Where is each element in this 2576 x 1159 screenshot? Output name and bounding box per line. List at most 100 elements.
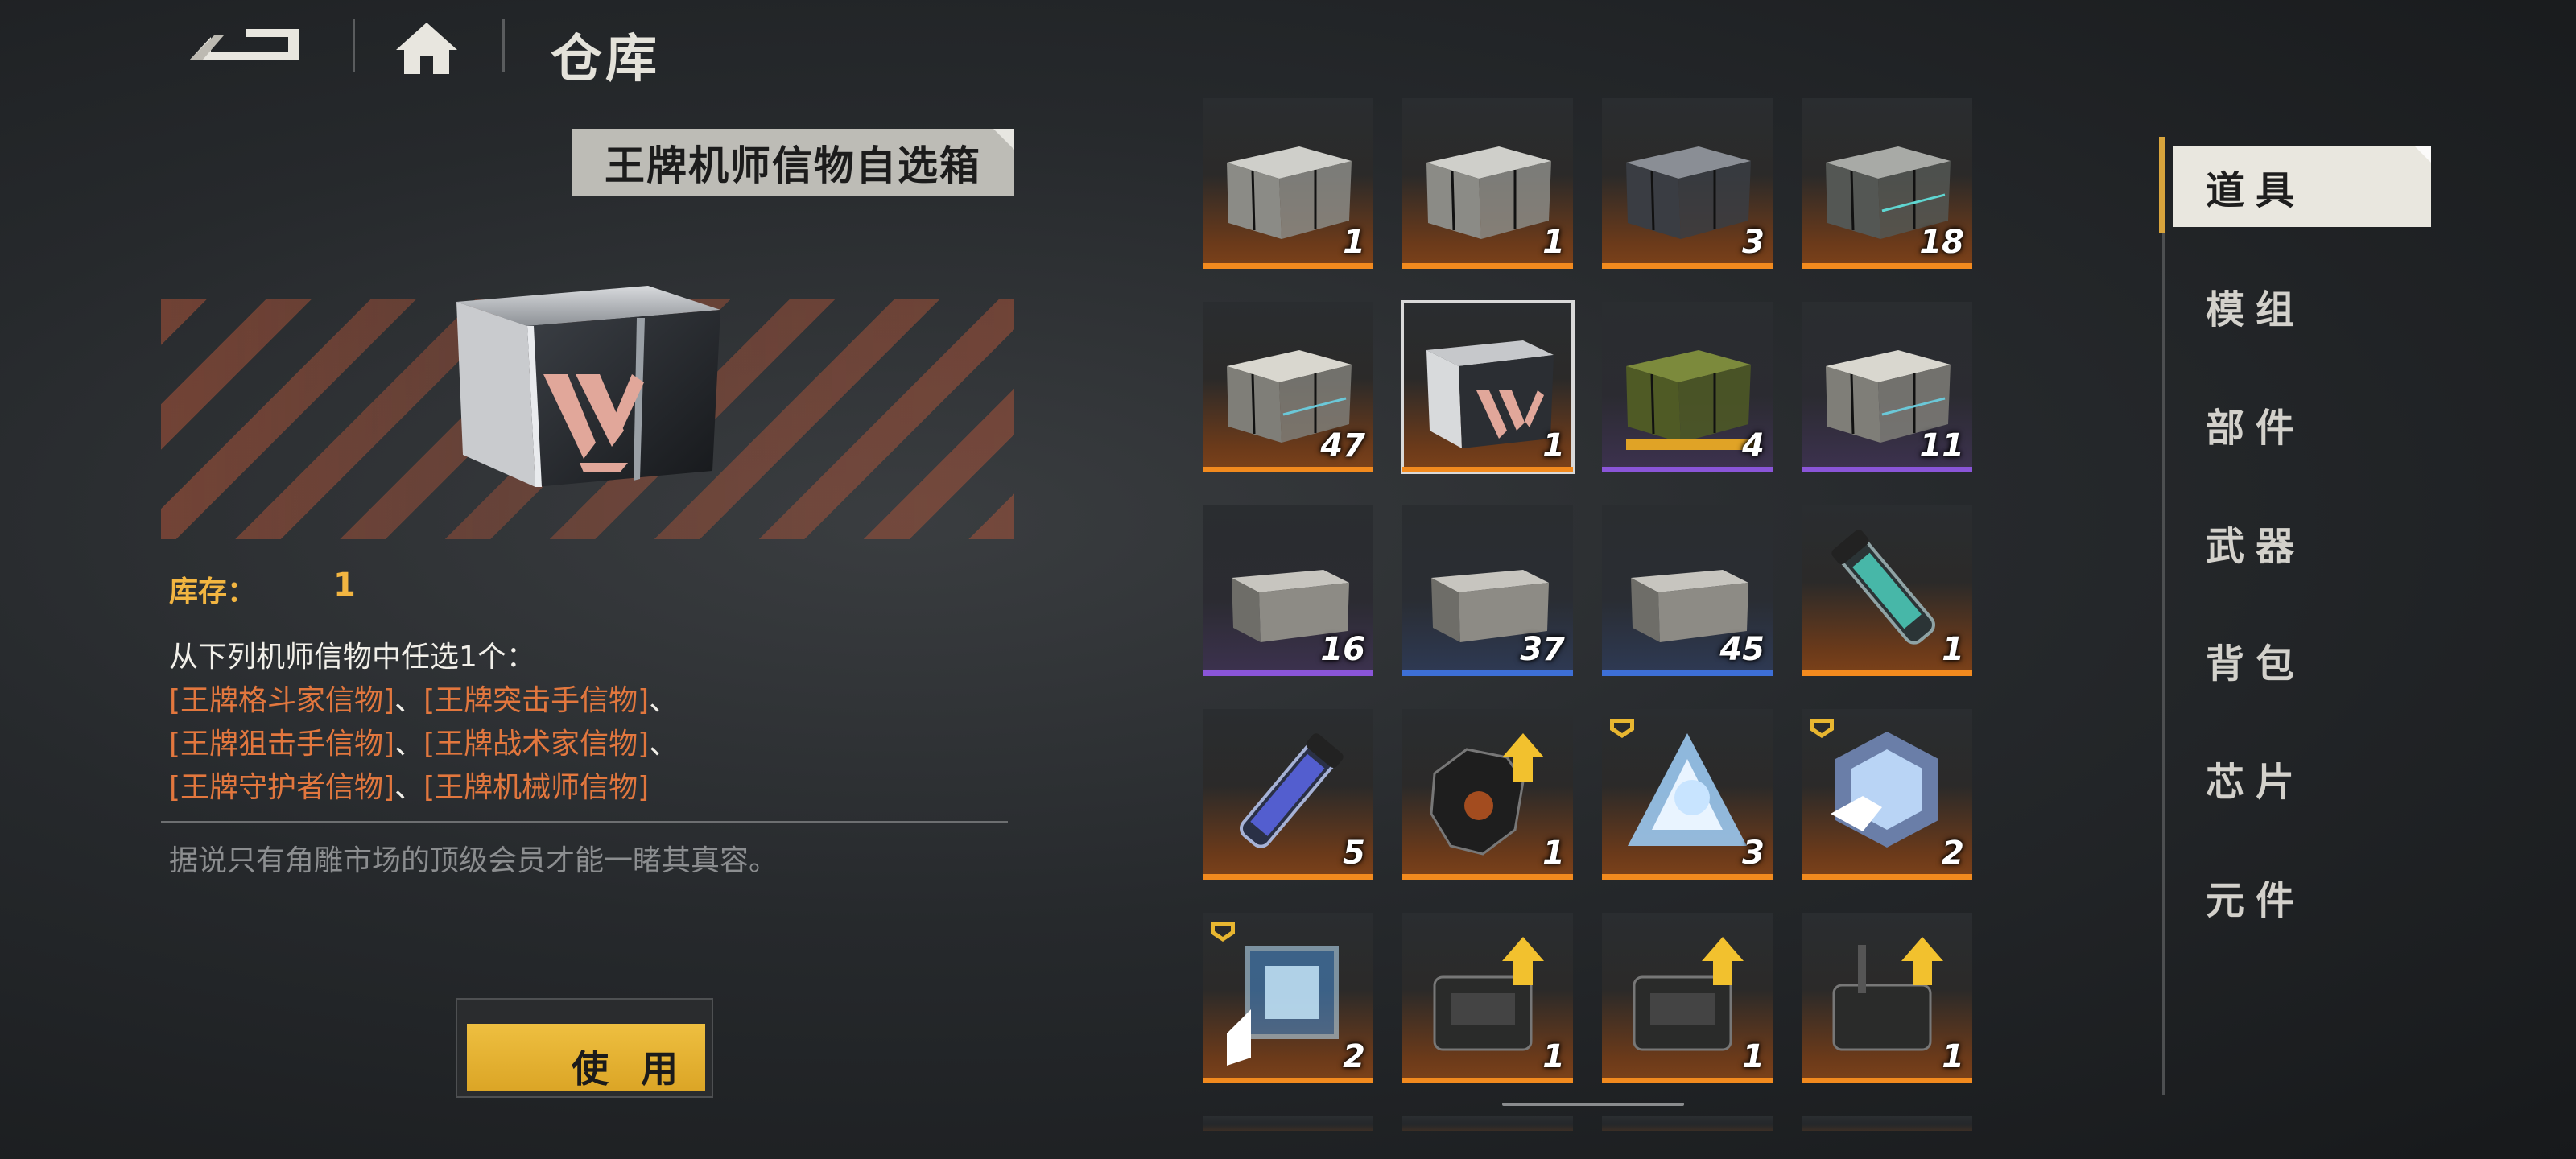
inventory-slot[interactable]: 47 bbox=[1203, 302, 1373, 472]
rarity-bar bbox=[1402, 670, 1573, 676]
rank-badge-icon bbox=[1610, 719, 1634, 738]
inventory-slot[interactable]: 4 bbox=[1602, 302, 1773, 472]
inventory-slot[interactable]: 1 bbox=[1402, 709, 1573, 880]
option-item: [王牌守护者信物] bbox=[169, 771, 395, 804]
rarity-bar bbox=[1402, 467, 1573, 472]
inventory-slot[interactable]: 1 bbox=[1402, 913, 1573, 1083]
rarity-bar bbox=[1802, 670, 1972, 676]
inventory-slot[interactable]: 5 bbox=[1203, 709, 1373, 880]
tab-items[interactable]: 道具 bbox=[2174, 146, 2431, 227]
stock-label: 库存： bbox=[169, 575, 257, 608]
option-item: [王牌格斗家信物] bbox=[169, 684, 395, 717]
tab-modules[interactable]: 模组 bbox=[2174, 266, 2431, 346]
rarity-bar bbox=[1802, 263, 1972, 269]
inventory-slot[interactable]: 16 bbox=[1203, 505, 1373, 676]
tab-label: 武器 bbox=[2206, 524, 2306, 569]
nav-active-indicator bbox=[2159, 137, 2165, 233]
tab-parts[interactable]: 部件 bbox=[2174, 384, 2431, 464]
item-quantity: 1 bbox=[1542, 427, 1565, 464]
inventory-slot[interactable]: 1 bbox=[1401, 300, 1575, 474]
rarity-bar bbox=[1602, 467, 1773, 472]
rarity-bar bbox=[1802, 1078, 1972, 1083]
tab-backpacks[interactable]: 背包 bbox=[2174, 620, 2431, 700]
item-quantity: 18 bbox=[1919, 224, 1964, 261]
item-quantity: 4 bbox=[1742, 427, 1765, 464]
rarity-bar bbox=[1602, 874, 1773, 880]
tab-components[interactable]: 元件 bbox=[2174, 856, 2431, 937]
item-quantity: 16 bbox=[1320, 631, 1365, 668]
option-item: [王牌突击手信物] bbox=[423, 684, 650, 717]
back-button[interactable] bbox=[179, 23, 312, 72]
tab-label: 模组 bbox=[2206, 287, 2306, 332]
back-arrow-icon bbox=[190, 29, 299, 60]
item-quantity: 1 bbox=[1742, 1038, 1765, 1075]
grid-scrollbar[interactable] bbox=[1502, 1103, 1684, 1106]
stock-value: 1 bbox=[333, 567, 356, 604]
item-quantity: 1 bbox=[1542, 1038, 1565, 1075]
inventory-slot[interactable]: 3 bbox=[1602, 98, 1773, 269]
rarity-bar bbox=[1802, 467, 1972, 472]
option-line: [王牌狙击手信物]、[王牌战术家信物]、 bbox=[169, 723, 1022, 766]
tab-weapons[interactable]: 武器 bbox=[2174, 502, 2431, 583]
rank-badge-icon bbox=[1211, 922, 1235, 942]
tab-label: 元件 bbox=[2206, 878, 2306, 923]
item-quantity: 3 bbox=[1742, 224, 1765, 261]
description-intro: 从下列机师信物中任选1个： bbox=[169, 641, 535, 674]
option-line: [王牌守护者信物]、[王牌机械师信物] bbox=[169, 766, 1022, 810]
inventory-slot-partial[interactable] bbox=[1402, 1116, 1573, 1131]
item-quantity: 11 bbox=[1919, 427, 1964, 464]
item-quantity: 2 bbox=[1942, 835, 1964, 872]
inventory-slot[interactable]: 11 bbox=[1802, 302, 1972, 472]
inventory-slot[interactable]: 1 bbox=[1602, 913, 1773, 1083]
ace-box-icon bbox=[456, 286, 720, 487]
inventory-slot[interactable]: 1 bbox=[1802, 505, 1972, 676]
option-separator: 、 bbox=[649, 728, 679, 761]
tab-chips[interactable]: 芯片 bbox=[2174, 738, 2431, 819]
divider bbox=[502, 19, 505, 72]
rank-badge-icon bbox=[1810, 719, 1834, 738]
item-name: 王牌机师信物自选箱 bbox=[572, 129, 1014, 196]
item-quantity: 1 bbox=[1542, 835, 1565, 872]
inventory-slot[interactable]: 2 bbox=[1203, 913, 1373, 1083]
inventory-slot[interactable]: 1 bbox=[1402, 98, 1573, 269]
option-separator: 、 bbox=[394, 684, 424, 717]
rarity-bar bbox=[1602, 263, 1773, 269]
item-quantity: 37 bbox=[1520, 631, 1565, 668]
home-button[interactable] bbox=[393, 19, 460, 77]
page-title: 仓库 bbox=[551, 30, 660, 89]
inventory-slot[interactable]: 18 bbox=[1802, 98, 1972, 269]
inventory-slot[interactable]: 45 bbox=[1602, 505, 1773, 676]
inventory-slot[interactable]: 3 bbox=[1602, 709, 1773, 880]
inventory-slot[interactable]: 1 bbox=[1802, 913, 1972, 1083]
rarity-bar bbox=[1203, 670, 1373, 676]
option-item: [王牌狙击手信物] bbox=[169, 728, 395, 761]
rarity-bar bbox=[1602, 670, 1773, 676]
tab-label: 道具 bbox=[2206, 168, 2306, 213]
rarity-bar bbox=[1203, 1078, 1373, 1083]
use-button[interactable]: 使 用 bbox=[456, 998, 713, 1098]
item-quantity: 5 bbox=[1343, 835, 1365, 872]
inventory-slot[interactable]: 2 bbox=[1802, 709, 1972, 880]
option-separator: 、 bbox=[649, 684, 679, 717]
divider bbox=[161, 821, 1008, 823]
home-icon bbox=[396, 23, 457, 74]
item-quantity: 1 bbox=[1942, 1038, 1964, 1075]
inventory-slot[interactable]: 37 bbox=[1402, 505, 1573, 676]
flavor-text: 据说只有角雕市场的顶级会员才能一睹其真容。 bbox=[169, 844, 778, 877]
item-quantity: 3 bbox=[1742, 835, 1765, 872]
rarity-bar bbox=[1402, 874, 1573, 880]
inventory-slot-partial[interactable] bbox=[1802, 1116, 1972, 1131]
option-line: [王牌格斗家信物]、[王牌突击手信物]、 bbox=[169, 679, 1022, 723]
tab-label: 部件 bbox=[2206, 406, 2306, 451]
item-quantity: 1 bbox=[1942, 631, 1964, 668]
tab-label: 背包 bbox=[2206, 641, 2306, 687]
inventory-slot-partial[interactable] bbox=[1602, 1116, 1773, 1131]
nav-rail bbox=[2162, 137, 2165, 1095]
rarity-bar bbox=[1203, 263, 1373, 269]
inventory-slot-partial[interactable] bbox=[1203, 1116, 1373, 1131]
divider bbox=[353, 19, 355, 72]
inventory-slot[interactable]: 1 bbox=[1203, 98, 1373, 269]
item-quantity: 2 bbox=[1343, 1038, 1365, 1075]
item-quantity: 45 bbox=[1719, 631, 1765, 668]
rarity-bar bbox=[1402, 263, 1573, 269]
